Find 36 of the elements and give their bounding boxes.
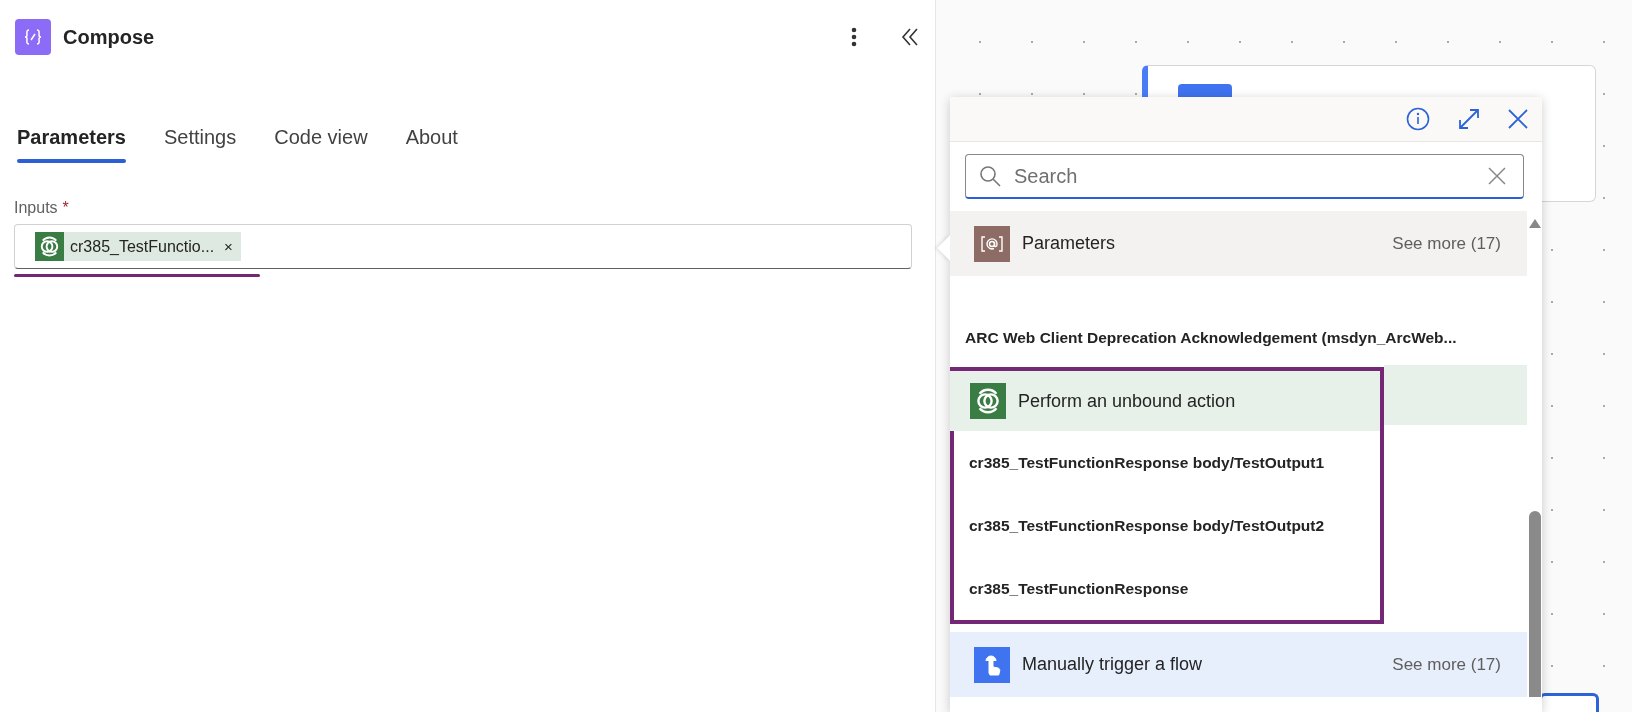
tab[interactable]: Code view (274, 126, 368, 163)
panel-title: Compose (63, 25, 156, 49)
clear-icon[interactable] (1488, 167, 1506, 185)
required-mark: * (62, 199, 69, 217)
remove-token-button[interactable]: × (220, 238, 233, 255)
info-icon[interactable] (1406, 107, 1430, 131)
search-field[interactable]: Search (965, 154, 1524, 199)
group-title: Perform an unbound action (1018, 390, 1237, 412)
close-icon[interactable] (1508, 109, 1528, 129)
token-chip[interactable]: cr385_TestFunctio... × (35, 232, 241, 261)
group-title: Parameters (1022, 233, 1117, 254)
token-text: cr385_TestFunctio... (70, 237, 215, 256)
flow-card[interactable] (1539, 693, 1599, 712)
dynamic-content-item[interactable]: cr385_TestFunctionResponse body/TestOutput2 (954, 494, 1380, 557)
scrollbar-thumb[interactable] (1529, 511, 1541, 697)
expand-icon[interactable] (1457, 107, 1481, 131)
tab[interactable]: Parameters (17, 126, 126, 163)
group-title: Manually trigger a flow (1022, 654, 1204, 675)
touch-icon (974, 646, 1010, 683)
dynamic-content-item[interactable]: ARC Web Client Deprecation Acknowledgement (msdyn_ArcWeb... (950, 276, 1527, 369)
search-icon (979, 165, 1001, 187)
dynamic-content-item[interactable]: cr385_TestFunctionResponse body/TestOutput1 (954, 431, 1380, 494)
tab[interactable]: About (405, 126, 458, 163)
dataverse-icon (970, 383, 1006, 419)
dataverse-icon (35, 232, 64, 261)
field-label: Inputs (14, 199, 58, 217)
compose-icon (15, 19, 51, 55)
dynamic-content-item[interactable]: cr385_TestFunctionResponse (954, 557, 1380, 620)
scroll-up-icon[interactable] (1529, 219, 1541, 228)
inputs-field[interactable]: cr385_TestFunctio... × (14, 224, 912, 269)
tab[interactable]: Settings (163, 126, 237, 163)
see-more-link[interactable]: See more (17) (1392, 654, 1501, 675)
more-options-icon[interactable] (851, 27, 857, 47)
collapse-icon[interactable] (901, 27, 919, 47)
parameters-icon (974, 225, 1010, 262)
see-more-link[interactable]: See more (17) (1392, 233, 1501, 254)
